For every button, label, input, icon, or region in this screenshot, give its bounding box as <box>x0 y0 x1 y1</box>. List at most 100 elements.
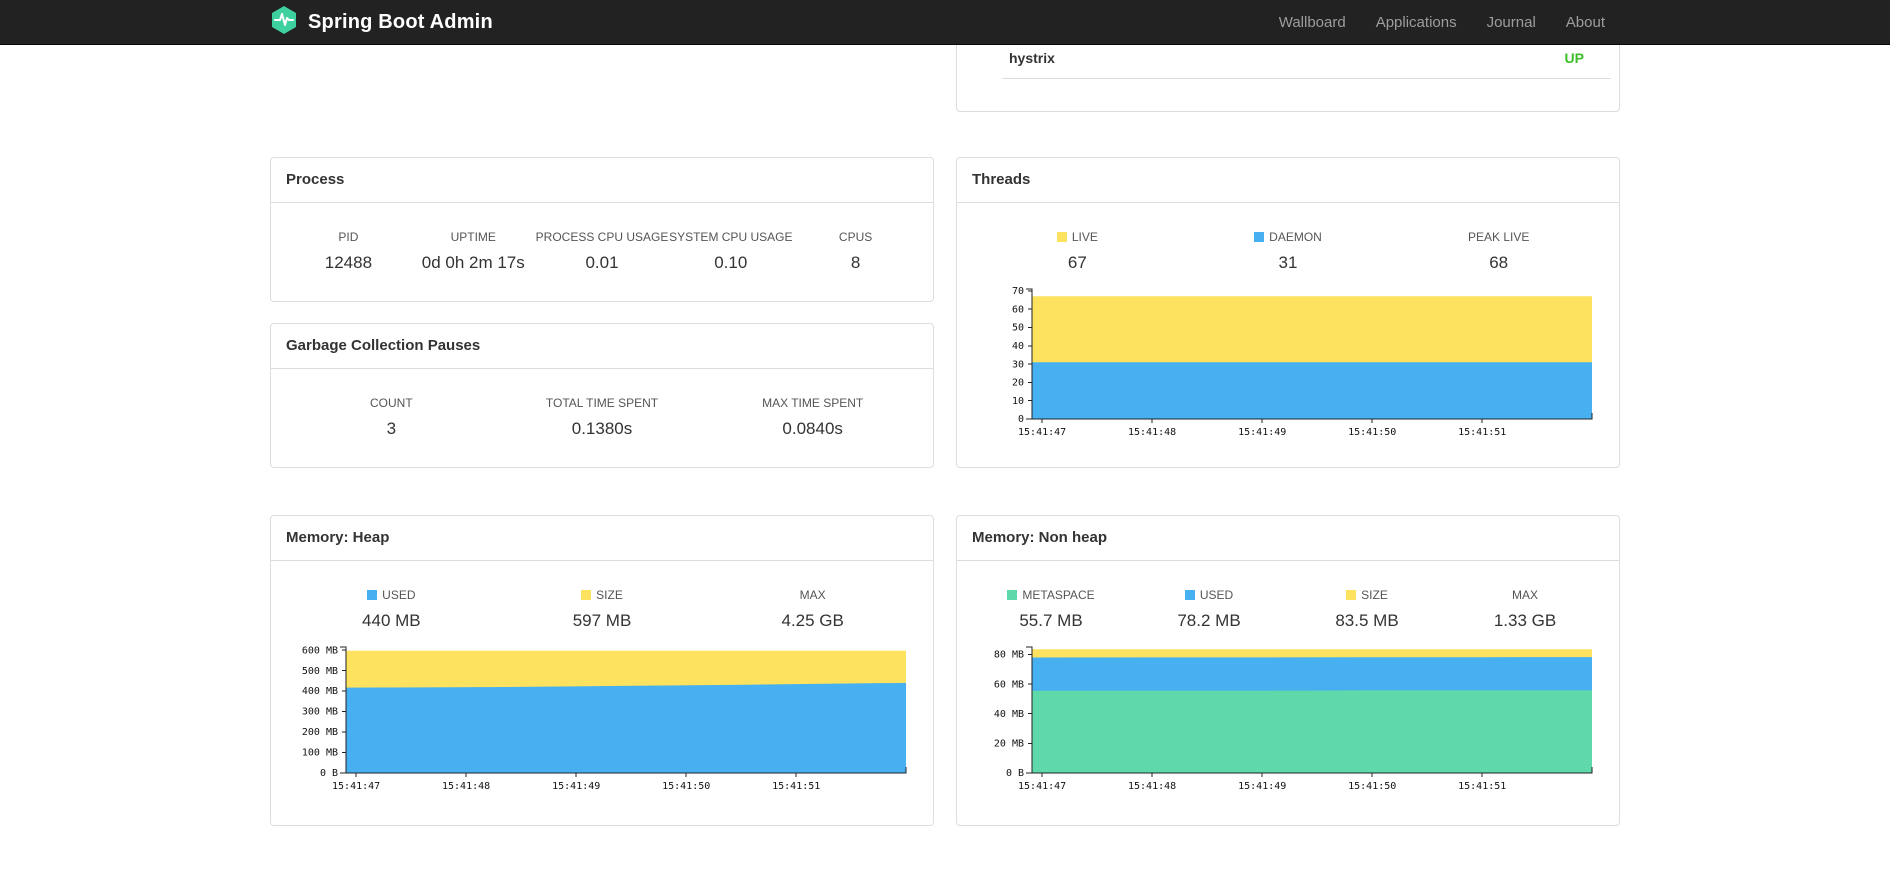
metric-metaspace: METASPACE 55.7 MB <box>972 588 1130 631</box>
metric-value: 3 <box>386 419 397 438</box>
gc-panel: Garbage Collection Pauses COUNT 3 TOTAL TI… <box>270 323 934 468</box>
metric-size: SIZE 83.5 MB <box>1288 588 1446 631</box>
nav-item-wallboard[interactable]: Wallboard <box>1264 14 1361 31</box>
metric-label: SIZE <box>1288 588 1446 602</box>
memory-heap-panel-title: Memory: Heap <box>286 529 390 546</box>
y-tick-label: 20 <box>1012 378 1024 389</box>
memory-heap-chart-svg: 0 B 100 MB 200 MB 300 MB 400 MB 500 MB 600 MB 1… <box>302 645 907 792</box>
nav-item-about[interactable]: About <box>1551 14 1620 31</box>
metric-label-text: METASPACE <box>1022 588 1095 602</box>
nav-item-wrap: About <box>1551 14 1620 31</box>
metric-label-text: SIZE <box>596 588 623 602</box>
health-panel-spacer <box>957 79 1619 111</box>
x-tick-label: 15:41:47 <box>1018 427 1066 438</box>
gc-metrics: COUNT 3 TOTAL TIME SPENT 0.1380s MAX TIME SP… <box>271 369 933 439</box>
y-tick-label: 70 <box>1012 286 1024 297</box>
y-tick-label: 0 <box>1018 414 1024 425</box>
metric-value: 55.7 MB <box>1019 611 1083 630</box>
x-tick-label: 15:41:50 <box>1348 781 1396 792</box>
x-tick-label: 15:41:48 <box>1128 781 1176 792</box>
green-legend-swatch-icon <box>1007 590 1018 600</box>
yellow-legend-swatch-icon <box>1056 232 1067 242</box>
metric-used: USED 440 MB <box>286 588 497 631</box>
y-tick-label: 40 MB <box>994 709 1024 720</box>
y-axis <box>340 646 347 774</box>
metric-label: SYSTEM CPU USAGE <box>668 230 793 244</box>
x-tick-label: 15:41:49 <box>552 781 600 792</box>
metric-max: MAX 4.25 GB <box>707 588 918 631</box>
metric-label-text: LIVE <box>1071 230 1098 244</box>
metric-label: LIVE <box>972 230 1183 244</box>
x-tick-label: 15:41:48 <box>1128 427 1176 438</box>
metric-label: MAX TIME SPENT <box>707 396 918 410</box>
nav-menu: Wallboard Applications Journal About <box>1264 14 1620 31</box>
memory-row: Memory: Heap USED 440 MB SIZE 597 MB MAX 4.25… <box>270 515 1620 826</box>
metric-label-text: USED <box>1199 588 1234 602</box>
metric-value: 83.5 MB <box>1335 611 1399 630</box>
blue-legend-swatch-icon <box>1184 590 1195 600</box>
memory-nonheap-chart: 0 B 20 MB 40 MB 60 MB 80 MB 15:41:47 15:41:48 1… <box>972 641 1604 799</box>
y-tick-label: 80 MB <box>994 650 1024 661</box>
metric-label: PEAK LIVE <box>1393 230 1604 244</box>
metric-label-text: USED <box>382 588 416 602</box>
metric-label: PID <box>286 230 411 244</box>
metric-value: 4.25 GB <box>781 611 844 630</box>
metric-count: COUNT 3 <box>286 396 497 439</box>
daemon-area <box>1032 362 1592 419</box>
main-row: Process PID 12488 UPTIME 0d 0h 2m 17s PROCES… <box>270 157 1620 468</box>
y-axis <box>1026 646 1033 774</box>
memory-heap-legend: USED 440 MB SIZE 597 MB MAX 4.25 GB <box>271 561 933 631</box>
metric-value: 0.0840s <box>782 419 843 438</box>
metric-label: SIZE <box>497 588 708 602</box>
yellow-legend-swatch-icon <box>581 590 592 600</box>
y-tick-label: 600 MB <box>302 645 338 656</box>
metric-label-text: DAEMON <box>1269 230 1322 244</box>
x-tick-label: 15:41:50 <box>662 781 710 792</box>
metric-label: USED <box>286 588 497 602</box>
metric-label-text: PROCESS CPU USAGE <box>535 230 669 244</box>
metric-label-text: PEAK LIVE <box>1467 230 1530 244</box>
metaspace-area <box>1032 690 1592 773</box>
metric-label: UPTIME <box>411 230 536 244</box>
nav-item-wrap: Applications <box>1361 14 1472 31</box>
y-tick-label: 60 <box>1012 304 1024 315</box>
threads-chart-svg: 0 10 20 30 40 50 60 70 15:41:47 15:41:48 15:41:49 1… <box>1012 286 1593 438</box>
x-tick-label: 15:41:51 <box>1458 427 1506 438</box>
y-tick-label: 200 MB <box>302 727 338 738</box>
metric-size: SIZE 597 MB <box>497 588 708 631</box>
metric-cpus: CPUS 8 <box>793 230 918 273</box>
y-tick-label: 30 <box>1012 359 1024 370</box>
metric-max-time-spent: MAX TIME SPENT 0.0840s <box>707 396 918 439</box>
nav-item-applications[interactable]: Applications <box>1361 14 1472 31</box>
spring-boot-admin-logo-icon <box>270 5 298 40</box>
metric-value: 8 <box>850 253 861 272</box>
top-row-left-spacer <box>270 45 934 112</box>
memory-heap-panel: Memory: Heap USED 440 MB SIZE 597 MB MAX 4.25… <box>270 515 934 826</box>
threads-legend: LIVE 67 DAEMON 31 PEAK LIVE 68 <box>957 203 1619 273</box>
metric-value: 440 MB <box>362 611 421 630</box>
metric-label: COUNT <box>286 396 497 410</box>
y-axis <box>1026 288 1033 420</box>
metric-label-text: TOTAL TIME SPENT <box>545 396 659 410</box>
yellow-legend-swatch-icon <box>1346 590 1357 600</box>
blue-legend-swatch-icon <box>1254 232 1265 242</box>
metric-label-text: COUNT <box>370 396 413 410</box>
nav-item-journal[interactable]: Journal <box>1472 14 1551 31</box>
metric-value: 1.33 GB <box>1493 611 1557 630</box>
brand-link[interactable]: Spring Boot Admin <box>270 5 493 40</box>
metric-value: 597 MB <box>572 611 632 630</box>
metric-label-text: SIZE <box>1361 588 1388 602</box>
y-tick-label: 500 MB <box>302 666 338 677</box>
process-metrics: PID 12488 UPTIME 0d 0h 2m 17s PROCESS CPU US… <box>271 203 933 273</box>
page-content: hystrix UP Process PID 12488 UPTIME 0d 0h 2… <box>270 17 1620 896</box>
metric-uptime: UPTIME 0d 0h 2m 17s <box>411 230 536 273</box>
metric-label-text: MAX <box>1511 588 1538 602</box>
threads-chart: 0 10 20 30 40 50 60 70 15:41:47 15:41:48 15:41:49 1… <box>972 283 1604 445</box>
metric-system-cpu-usage: SYSTEM CPU USAGE 0.10 <box>668 230 793 273</box>
metric-value: 67 <box>1067 253 1087 272</box>
metric-process-cpu-usage: PROCESS CPU USAGE 0.01 <box>536 230 669 273</box>
memory-nonheap-legend: METASPACE 55.7 MB USED 78.2 MB SIZE 83.5 MB MA… <box>957 561 1619 631</box>
navbar: Spring Boot Admin Wallboard Applications J… <box>0 0 1890 45</box>
y-tick-label: 10 <box>1012 396 1024 407</box>
x-tick-label: 15:41:49 <box>1238 427 1286 438</box>
